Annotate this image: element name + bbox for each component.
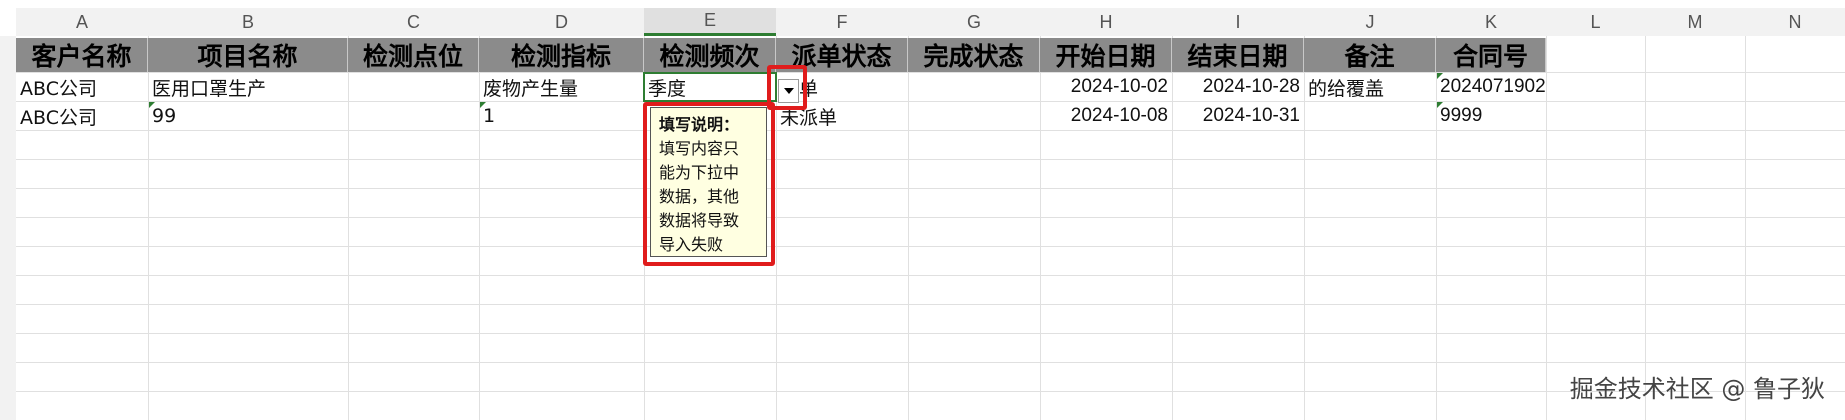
column-header-A[interactable]: A — [16, 8, 148, 36]
header-cell-project[interactable]: 项目名称 — [148, 38, 348, 72]
error-indicator-icon — [149, 102, 155, 108]
cell-start-date[interactable]: 2024-10-02 — [1040, 73, 1172, 101]
column-header-M[interactable]: M — [1645, 8, 1745, 36]
input-message-tooltip: 填写说明： 填写内容只 能为下拉中 数据，其他 数据将导致 导入失败 — [650, 107, 767, 257]
column-header-F[interactable]: F — [776, 8, 908, 36]
cell-customer[interactable]: ABC公司 — [16, 102, 148, 130]
grid-line — [16, 217, 1845, 218]
cell-indicator[interactable]: 废物产生量 — [479, 73, 644, 101]
cell-completion[interactable] — [908, 73, 1040, 101]
grid-line — [16, 159, 1845, 160]
tooltip-title: 填写说明： — [659, 115, 740, 134]
grid-line — [16, 362, 1845, 363]
tooltip-line: 导入失败 — [659, 235, 724, 254]
grid-line — [16, 333, 1845, 334]
cell-contract[interactable]: 9999 — [1436, 102, 1546, 130]
cell-note[interactable] — [1304, 102, 1436, 130]
column-header-B[interactable]: B — [148, 8, 348, 36]
cell-note[interactable]: 的给覆盖 — [1304, 73, 1436, 101]
cell-project[interactable]: 99 — [148, 102, 348, 130]
header-cell-contract[interactable]: 合同号 — [1436, 38, 1546, 72]
error-indicator-icon — [1437, 102, 1443, 108]
header-cell-end-date[interactable]: 结束日期 — [1172, 38, 1304, 72]
cell-customer[interactable]: ABC公司 — [16, 73, 148, 101]
column-header-G[interactable]: G — [908, 8, 1040, 36]
cell-point[interactable] — [348, 73, 479, 101]
grid-line — [16, 188, 1845, 189]
cell-end-date[interactable]: 2024-10-31 — [1172, 102, 1304, 130]
tooltip-line: 能为下拉中 — [659, 163, 740, 182]
grid-line — [16, 304, 1845, 305]
row-header-strip[interactable] — [0, 36, 16, 420]
tooltip-line: 数据将导致 — [659, 211, 740, 230]
column-header-C[interactable]: C — [348, 8, 479, 36]
header-cell-point[interactable]: 检测点位 — [348, 38, 479, 72]
header-cell-start-date[interactable]: 开始日期 — [1040, 38, 1172, 72]
column-header-H[interactable]: H — [1040, 8, 1172, 36]
column-header-I[interactable]: I — [1172, 8, 1304, 36]
grid-line — [16, 130, 1845, 131]
grid-line — [16, 275, 1845, 276]
cell-project[interactable]: 医用口罩生产 — [148, 73, 348, 101]
tooltip-line: 填写内容只 — [659, 139, 740, 158]
column-header-E[interactable]: E — [644, 8, 776, 36]
column-header-K[interactable]: K — [1436, 8, 1546, 36]
column-header-J[interactable]: J — [1304, 8, 1436, 36]
active-cell-selection[interactable] — [643, 72, 777, 102]
header-cell-customer[interactable]: 客户名称 — [16, 38, 148, 72]
cell-contract[interactable]: 2024071902 — [1436, 73, 1546, 101]
watermark: 掘金技术社区 @ 鲁子狄 — [1569, 375, 1825, 403]
cell-end-date[interactable]: 2024-10-28 — [1172, 73, 1304, 101]
tooltip-line: 数据，其他 — [659, 187, 740, 206]
header-cell-completion[interactable]: 完成状态 — [908, 38, 1040, 72]
error-indicator-icon — [1437, 73, 1443, 79]
error-indicator-icon — [480, 102, 486, 108]
column-header-D[interactable]: D — [479, 8, 644, 36]
header-cell-indicator[interactable]: 检测指标 — [479, 38, 644, 72]
header-cell-note[interactable]: 备注 — [1304, 38, 1436, 72]
cell-start-date[interactable]: 2024-10-08 — [1040, 102, 1172, 130]
grid-line — [16, 246, 1845, 247]
cell-point[interactable] — [348, 102, 479, 130]
column-header-L[interactable]: L — [1546, 8, 1645, 36]
header-cell-frequency[interactable]: 检测频次 — [644, 38, 776, 72]
cell-completion[interactable] — [908, 102, 1040, 130]
cell-indicator[interactable]: 1 — [479, 102, 644, 130]
spreadsheet-grid: A B C D E F G H I J K L M N 客户名称 项目名称 检测… — [0, 0, 1845, 420]
column-header-N[interactable]: N — [1745, 8, 1845, 36]
